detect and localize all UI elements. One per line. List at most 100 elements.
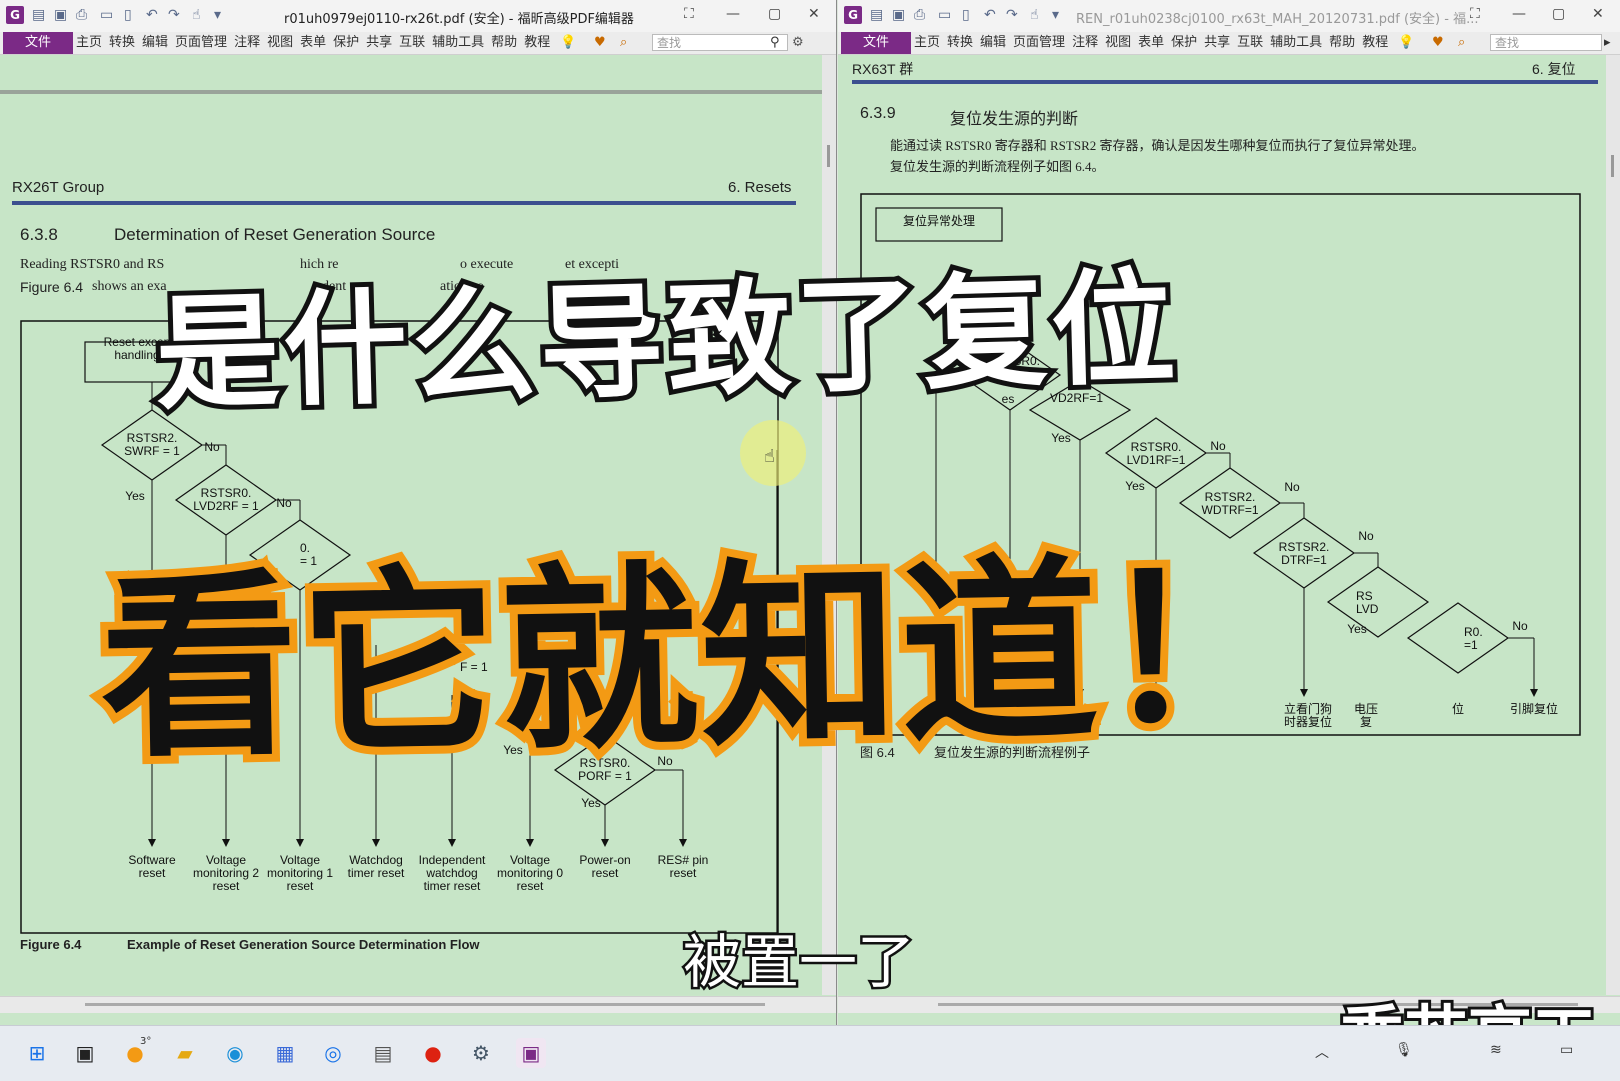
- hand-cursor-icon: ☝: [764, 446, 775, 467]
- redo-icon[interactable]: ↷: [1006, 7, 1018, 23]
- microphone-icon[interactable]: 🎙: [1395, 1042, 1413, 1058]
- lightbulb-icon[interactable]: 💡: [560, 35, 576, 50]
- fullscreen-icon[interactable]: ⛶: [684, 6, 694, 22]
- foxit-app-icon[interactable]: G: [844, 6, 862, 24]
- vertical-scrollbar[interactable]: [1606, 55, 1620, 995]
- minimize-icon[interactable]: —: [726, 6, 740, 22]
- window-title: REN_r01uh0238cj0100_rx63t_MAH_20120731.p…: [1076, 12, 1479, 27]
- menu-item[interactable]: 互联: [1237, 32, 1263, 54]
- heart-icon[interactable]: ♥: [1432, 35, 1444, 50]
- file-menu[interactable]: 文件: [3, 32, 73, 54]
- menu-item[interactable]: 辅助工具: [432, 32, 484, 54]
- maximize-icon[interactable]: ▢: [1552, 6, 1565, 22]
- window-title: r01uh0979ej0110-rx26t.pdf (安全) - 福昕高级PDF…: [284, 12, 634, 27]
- menu-item[interactable]: 注释: [234, 32, 260, 54]
- menu-item[interactable]: 教程: [1362, 32, 1388, 54]
- menu-item[interactable]: 视图: [1105, 32, 1131, 54]
- save-icon[interactable]: ▣: [892, 7, 905, 23]
- scan-icon[interactable]: ▭: [100, 7, 113, 23]
- wifi-icon[interactable]: ≋: [1490, 1042, 1502, 1058]
- menu-item[interactable]: 主页: [914, 32, 940, 54]
- edge-browser-icon[interactable]: ◉: [220, 1038, 250, 1068]
- menu-item[interactable]: 编辑: [142, 32, 168, 54]
- flow-no-label: No: [1210, 439, 1226, 453]
- menu-item[interactable]: 页面管理: [1013, 32, 1065, 54]
- outcome-fragment: 位: [1451, 702, 1464, 716]
- file-explorer-icon[interactable]: ▰: [170, 1038, 200, 1068]
- menu-bar: 文件 主页 转换 编辑 页面管理 注释 视图 表单 保护 共享 互联 辅助工具 帮助 教程 💡 ♥ ⌕ …: [0, 32, 836, 55]
- redo-icon[interactable]: ↷: [168, 7, 180, 23]
- open-icon[interactable]: ▤: [32, 7, 45, 23]
- foxit-app-icon[interactable]: G: [6, 6, 24, 24]
- tray-chevron-icon[interactable]: ︿: [1315, 1042, 1329, 1062]
- folder-search-icon[interactable]: ⌕: [620, 35, 627, 50]
- menu-item[interactable]: 注释: [1072, 32, 1098, 54]
- outcome-iwdt-reset: Independent watchdog timer reset: [418, 853, 486, 893]
- customize-chevron-icon[interactable]: ▾: [1052, 7, 1059, 23]
- print-icon[interactable]: ⎙: [914, 7, 925, 23]
- windows-start-icon[interactable]: ⊞: [22, 1038, 52, 1068]
- hand-tool-icon[interactable]: ☝: [1030, 7, 1039, 23]
- heart-icon[interactable]: ♥: [594, 35, 606, 50]
- record-icon[interactable]: ●: [418, 1038, 448, 1068]
- outcome-software-reset: Software reset: [128, 853, 176, 880]
- weather-badge: 3°: [140, 1036, 152, 1047]
- foxit-pdf-icon[interactable]: ▣: [516, 1038, 546, 1068]
- store-icon[interactable]: ▦: [270, 1038, 300, 1068]
- flow-yes-label: Yes: [1051, 431, 1071, 445]
- menu-item[interactable]: 教程: [524, 32, 550, 54]
- close-icon[interactable]: ✕: [808, 6, 820, 22]
- menu-item[interactable]: 转换: [947, 32, 973, 54]
- outcome-power-on-reset: Power-on reset: [579, 853, 631, 880]
- lightbulb-icon[interactable]: 💡: [1398, 35, 1414, 50]
- menu-item[interactable]: 页面管理: [175, 32, 227, 54]
- settings-gear-icon[interactable]: ⚙: [466, 1038, 496, 1068]
- menu-item[interactable]: 保护: [333, 32, 359, 54]
- file-menu[interactable]: 文件: [841, 32, 911, 54]
- title-bar: G ▤ ▣ ⎙ ▭ ▯ ↶ ↷ ☝ ▾ r01uh0979ej0110-rx26…: [0, 0, 836, 32]
- search-input[interactable]: 查找: [1490, 34, 1602, 51]
- flow-no-label: No: [1512, 619, 1528, 633]
- menu-item[interactable]: 主页: [76, 32, 102, 54]
- menu-item[interactable]: 帮助: [491, 32, 517, 54]
- search-input[interactable]: 查找: [652, 34, 788, 51]
- close-icon[interactable]: ✕: [1592, 6, 1604, 22]
- settings-gear-icon[interactable]: ⚙: [792, 35, 804, 50]
- minimize-icon[interactable]: —: [1512, 6, 1526, 22]
- menu-item[interactable]: 共享: [366, 32, 392, 54]
- search-icon[interactable]: ⚲: [770, 35, 780, 50]
- menu-item[interactable]: 保护: [1171, 32, 1197, 54]
- figure-caption: Example of Reset Generation Source Deter…: [127, 937, 480, 952]
- menu-item[interactable]: 表单: [300, 32, 326, 54]
- menu-item[interactable]: 帮助: [1329, 32, 1355, 54]
- figure-label: Figure 6.4: [20, 937, 82, 952]
- save-icon[interactable]: ▣: [54, 7, 67, 23]
- undo-icon[interactable]: ↶: [984, 7, 996, 23]
- menu-item[interactable]: 视图: [267, 32, 293, 54]
- task-view-icon[interactable]: ▣: [70, 1038, 100, 1068]
- menu-item[interactable]: 编辑: [980, 32, 1006, 54]
- menu-item[interactable]: 表单: [1138, 32, 1164, 54]
- calculator-icon[interactable]: ▤: [368, 1038, 398, 1068]
- menu-item[interactable]: 转换: [109, 32, 135, 54]
- outcome-wdt-reset: Watchdog timer reset: [347, 853, 405, 880]
- new-doc-icon[interactable]: ▯: [962, 7, 970, 23]
- scan-icon[interactable]: ▭: [938, 7, 951, 23]
- menu-item[interactable]: 共享: [1204, 32, 1230, 54]
- customize-chevron-icon[interactable]: ▾: [214, 7, 221, 23]
- hand-tool-icon[interactable]: ☝: [192, 7, 201, 23]
- menu-item[interactable]: 辅助工具: [1270, 32, 1322, 54]
- open-icon[interactable]: ▤: [870, 7, 883, 23]
- menu-item[interactable]: 互联: [399, 32, 425, 54]
- print-icon[interactable]: ⎙: [76, 7, 87, 23]
- fullscreen-icon[interactable]: ⛶: [1470, 6, 1480, 22]
- notification-icon[interactable]: ▭: [1560, 1042, 1573, 1058]
- undo-icon[interactable]: ↶: [146, 7, 158, 23]
- headline-overlay: 是什么导致了复位: [149, 252, 1186, 433]
- new-doc-icon[interactable]: ▯: [124, 7, 132, 23]
- folder-search-icon[interactable]: ⌕: [1458, 35, 1465, 50]
- expand-arrow-icon[interactable]: ▸: [1604, 35, 1611, 50]
- outcome-voltage-reset: 电压 复: [1353, 702, 1378, 729]
- meeting-app-icon[interactable]: ◎: [318, 1038, 348, 1068]
- maximize-icon[interactable]: ▢: [768, 6, 781, 22]
